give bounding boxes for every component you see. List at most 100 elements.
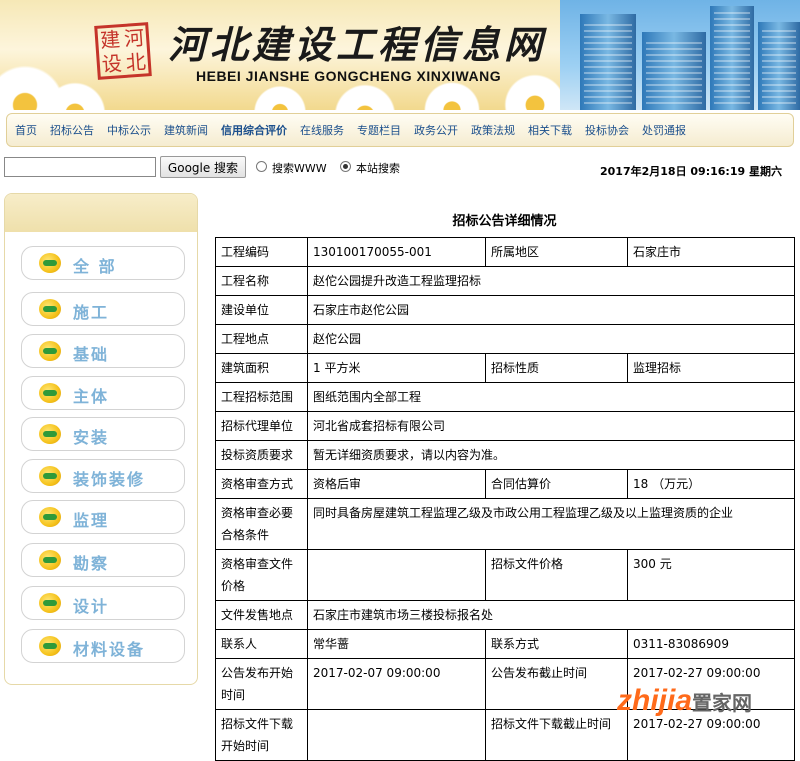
radio-search-www-label[interactable]: 搜索WWW bbox=[272, 160, 327, 176]
main-nav-bar: 首页 招标公告 中标公示 建筑新闻 信用综合评价 在线服务 专题栏目 政务公开 … bbox=[6, 113, 794, 147]
row-label: 招标文件下载开始时间 bbox=[215, 709, 308, 761]
table-row: 招标代理单位 河北省成套招标有限公司 bbox=[215, 411, 795, 441]
zhijia-watermark-logo: zhijia置家网 bbox=[617, 684, 753, 717]
nav-item-special-topics[interactable]: 专题栏目 bbox=[357, 122, 401, 138]
category-main-structure[interactable]: 主体 bbox=[21, 376, 185, 410]
row-label: 建筑面积 bbox=[215, 353, 308, 383]
refresh-arrows-icon bbox=[39, 550, 61, 570]
row-value: 130100170055-001 bbox=[307, 237, 486, 267]
daisy-decoration bbox=[250, 82, 310, 110]
nav-item-online-service[interactable]: 在线服务 bbox=[300, 122, 344, 138]
row-label: 招标文件价格 bbox=[485, 549, 628, 601]
refresh-arrows-icon bbox=[39, 253, 61, 273]
row-label: 工程招标范围 bbox=[215, 382, 308, 412]
nav-item-award-notice[interactable]: 中标公示 bbox=[107, 122, 151, 138]
row-value: 赵佗公园提升改造工程监理招标 bbox=[307, 266, 795, 296]
table-row: 建设单位 石家庄市赵佗公园 bbox=[215, 295, 795, 325]
site-pinyin-subtitle: HEBEI JIANSHE GONGCHENG XINXIWANG bbox=[196, 68, 502, 84]
refresh-arrows-icon bbox=[39, 466, 61, 486]
building-graphic bbox=[642, 32, 706, 110]
row-label: 资格审查必要合格条件 bbox=[215, 498, 308, 550]
row-label: 合同估算价 bbox=[485, 469, 628, 499]
nav-item-government-affairs[interactable]: 政务公开 bbox=[414, 122, 458, 138]
row-label: 投标资质要求 bbox=[215, 440, 308, 470]
row-label: 招标性质 bbox=[485, 353, 628, 383]
table-row: 建筑面积 1 平方米 招标性质 监理招标 bbox=[215, 353, 795, 383]
table-row: 联系人 常华蔷 联系方式 0311-83086909 bbox=[215, 629, 795, 659]
tender-detail-table: 工程编码 130100170055-001 所属地区 石家庄市 工程名称 赵佗公… bbox=[215, 237, 795, 761]
nav-item-tender-notice[interactable]: 招标公告 bbox=[50, 122, 94, 138]
nav-item-credit-evaluation[interactable]: 信用综合评价 bbox=[221, 122, 287, 138]
daisy-decoration bbox=[330, 80, 400, 110]
category-survey[interactable]: 勘察 bbox=[21, 543, 185, 577]
row-value: 300 元 bbox=[627, 549, 795, 601]
row-value: 暂无详细资质要求，请以内容为准。 bbox=[307, 440, 795, 470]
row-label: 资格审查文件价格 bbox=[215, 549, 308, 601]
nav-item-downloads[interactable]: 相关下载 bbox=[528, 122, 572, 138]
category-supervision[interactable]: 监理 bbox=[21, 500, 185, 534]
detail-title: 招标公告详细情况 bbox=[452, 214, 557, 229]
row-value: 18 （万元） bbox=[627, 469, 795, 499]
nav-item-policies[interactable]: 政策法规 bbox=[471, 122, 515, 138]
refresh-arrows-icon bbox=[39, 299, 61, 319]
category-construction[interactable]: 施工 bbox=[21, 292, 185, 326]
table-row: 资格审查必要合格条件 同时具备房屋建筑工程监理乙级及市政公用工程监理乙级及以上监… bbox=[215, 498, 795, 550]
nav-item-news[interactable]: 建筑新闻 bbox=[164, 122, 208, 138]
nav-list: 首页 招标公告 中标公示 建筑新闻 信用综合评价 在线服务 专题栏目 政务公开 … bbox=[7, 114, 793, 146]
category-decoration[interactable]: 装饰装修 bbox=[21, 459, 185, 493]
row-value: 0311-83086909 bbox=[627, 629, 795, 659]
radio-search-site[interactable] bbox=[340, 161, 351, 172]
refresh-arrows-icon bbox=[39, 507, 61, 527]
category-all[interactable]: 全 部 bbox=[21, 246, 185, 280]
table-row: 工程编码 130100170055-001 所属地区 石家庄市 bbox=[215, 237, 795, 267]
refresh-arrows-icon bbox=[39, 636, 61, 656]
row-value: 石家庄市 bbox=[627, 237, 795, 267]
row-label: 工程编码 bbox=[215, 237, 308, 267]
row-label: 工程名称 bbox=[215, 266, 308, 296]
radio-search-site-label[interactable]: 本站搜索 bbox=[356, 160, 400, 176]
row-value bbox=[307, 549, 486, 601]
category-sidebar: 全 部 施工 基础 主体 安装 装饰装修 监理 勘察 设计 材料设备 bbox=[4, 193, 198, 685]
category-foundation[interactable]: 基础 bbox=[21, 334, 185, 368]
radio-search-www[interactable] bbox=[256, 161, 267, 172]
row-value: 同时具备房屋建筑工程监理乙级及市政公用工程监理乙级及以上监理资质的企业 bbox=[307, 498, 795, 550]
nav-item-association[interactable]: 投标协会 bbox=[585, 122, 629, 138]
row-value: 石家庄市建筑市场三楼投标报名处 bbox=[307, 600, 795, 630]
row-label: 联系方式 bbox=[485, 629, 628, 659]
site-banner: 建河设北 河北建设工程信息网 HEBEI JIANSHE GONGCHENG X… bbox=[0, 0, 800, 110]
row-value: 资格后审 bbox=[307, 469, 486, 499]
row-value: 1 平方米 bbox=[307, 353, 486, 383]
category-materials-equipment[interactable]: 材料设备 bbox=[21, 629, 185, 663]
category-installation[interactable]: 安装 bbox=[21, 417, 185, 451]
table-row: 资格审查文件价格 招标文件价格 300 元 bbox=[215, 549, 795, 601]
site-title: 河北建设工程信息网 bbox=[168, 22, 547, 67]
row-value: 赵佗公园 bbox=[307, 324, 795, 354]
building-graphic bbox=[710, 6, 754, 110]
category-design[interactable]: 设计 bbox=[21, 586, 185, 620]
row-value: 常华蔷 bbox=[307, 629, 486, 659]
current-datetime: 2017年2月18日 09:16:19 星期六 bbox=[600, 165, 782, 178]
table-row: 工程地点 赵佗公园 bbox=[215, 324, 795, 354]
table-row: 工程名称 赵佗公园提升改造工程监理招标 bbox=[215, 266, 795, 296]
row-value: 石家庄市赵佗公园 bbox=[307, 295, 795, 325]
row-label: 工程地点 bbox=[215, 324, 308, 354]
row-value: 监理招标 bbox=[627, 353, 795, 383]
row-label: 公告发布开始时间 bbox=[215, 658, 308, 710]
refresh-arrows-icon bbox=[39, 593, 61, 613]
row-value: 图纸范围内全部工程 bbox=[307, 382, 795, 412]
row-value: 2017-02-07 09:00:00 bbox=[307, 658, 486, 710]
search-input[interactable] bbox=[4, 157, 156, 177]
nav-item-home[interactable]: 首页 bbox=[15, 122, 37, 138]
row-value bbox=[307, 709, 486, 761]
refresh-arrows-icon bbox=[39, 341, 61, 361]
refresh-arrows-icon bbox=[39, 424, 61, 444]
building-graphic bbox=[580, 14, 636, 110]
row-label: 所属地区 bbox=[485, 237, 628, 267]
nav-item-penalties[interactable]: 处罚通报 bbox=[642, 122, 686, 138]
google-search-button[interactable]: Google 搜索 bbox=[160, 156, 246, 178]
row-label: 招标文件下载截止时间 bbox=[485, 709, 628, 761]
sidebar-header bbox=[5, 194, 197, 232]
row-label: 建设单位 bbox=[215, 295, 308, 325]
site-seal-logo: 建河设北 bbox=[94, 22, 152, 80]
row-label: 招标代理单位 bbox=[215, 411, 308, 441]
